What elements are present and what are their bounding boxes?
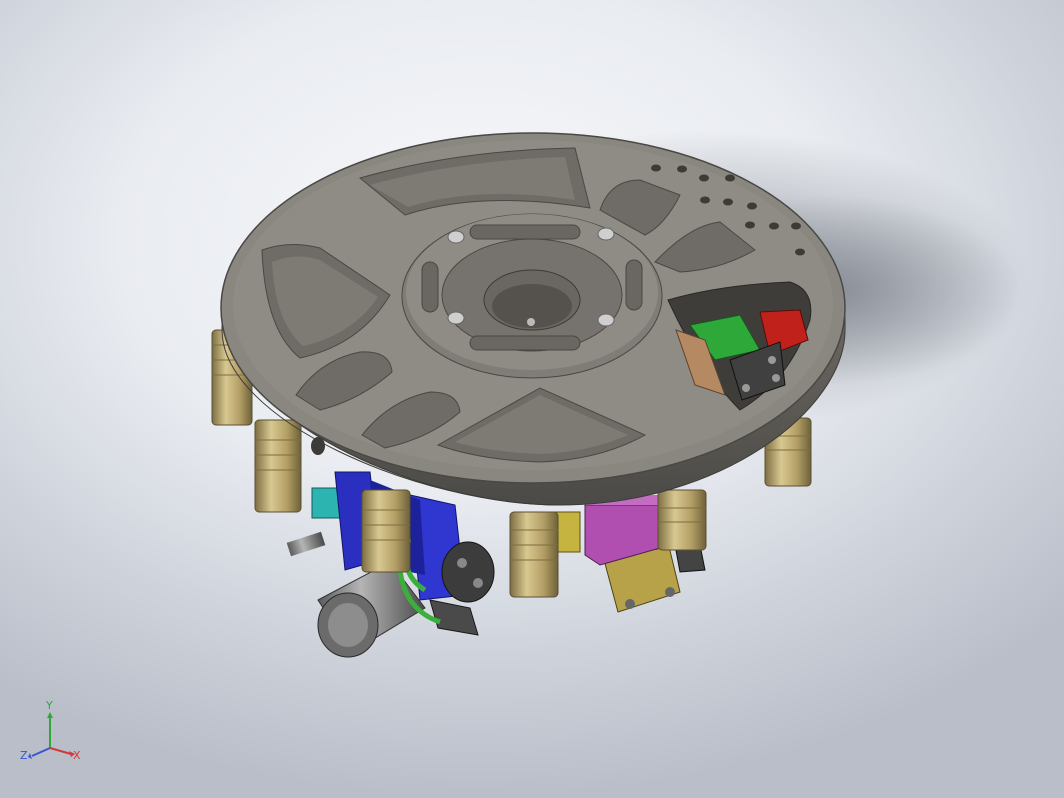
main-plate[interactable]	[220, 132, 846, 506]
side-tapped-hole	[311, 437, 325, 455]
spacer-column	[254, 419, 302, 513]
orientation-triad[interactable]: Y X Z	[18, 699, 88, 772]
central-hub	[401, 213, 663, 379]
y-axis-label: Y	[46, 699, 53, 712]
z-axis-label: Z	[20, 749, 28, 762]
3d-viewport[interactable]: Y X Z	[0, 0, 1064, 798]
cad-assembly-model[interactable]	[0, 0, 1064, 798]
spacer-column	[509, 511, 559, 598]
z-axis-line	[31, 747, 51, 757]
spacer-column	[657, 489, 707, 551]
x-axis-line	[49, 747, 72, 755]
x-axis-label: X	[73, 749, 81, 762]
spacer-column	[361, 489, 411, 573]
